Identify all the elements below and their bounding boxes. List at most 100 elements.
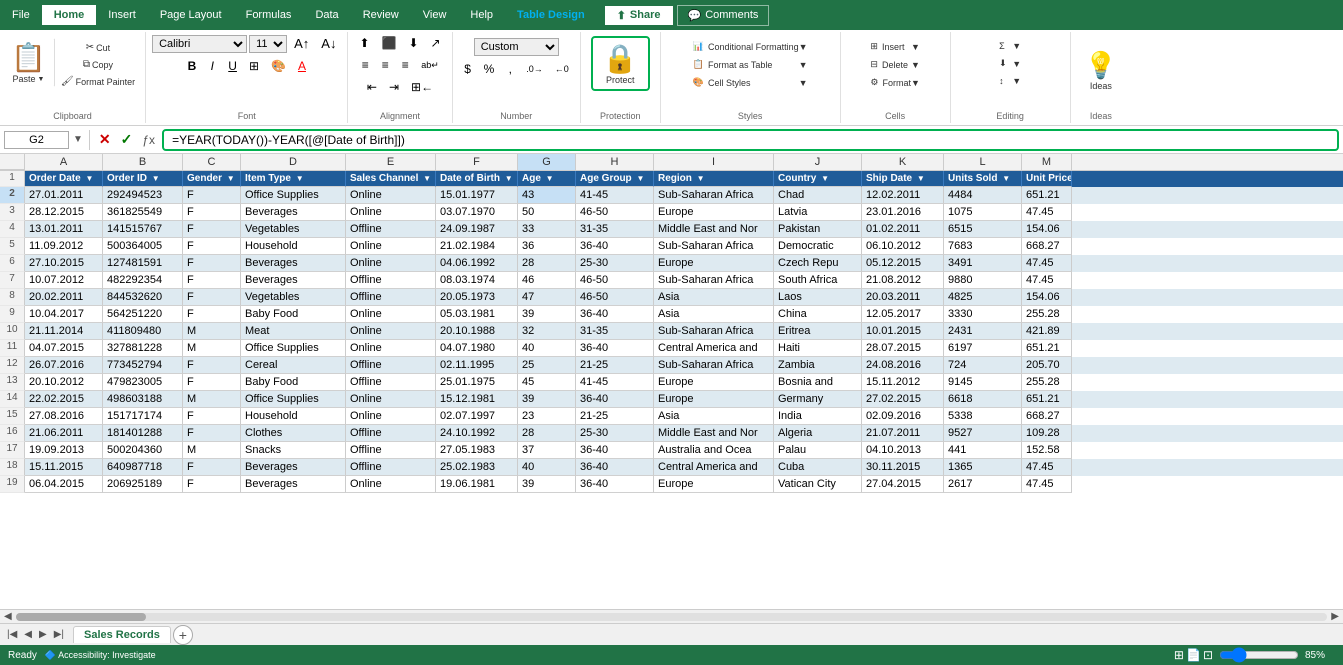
cell[interactable]: 500364005 [103,238,183,255]
cell[interactable]: 47.45 [1022,255,1072,272]
cell[interactable]: 3491 [944,255,1022,272]
decrease-indent-button[interactable]: ⇤ [362,78,382,96]
cell[interactable]: Vatican City [774,476,862,493]
cell[interactable]: 21.02.1984 [436,238,518,255]
cell[interactable]: 21.11.2014 [25,323,103,340]
comments-button[interactable]: 💬 Comments [677,5,770,26]
sheet-nav-last[interactable]: ▶| [51,628,67,641]
font-color-button[interactable]: A [293,57,311,75]
cell[interactable]: Office Supplies [241,187,346,204]
cell[interactable]: Cereal [241,357,346,374]
cell[interactable]: India [774,408,862,425]
cell[interactable]: 361825549 [103,204,183,221]
cell[interactable]: 06.04.2015 [25,476,103,493]
cell-reference-box[interactable] [4,131,69,149]
cell[interactable]: Asia [654,306,774,323]
header-ship-date[interactable]: Ship Date ▼ [862,171,944,187]
percent-button[interactable]: % [479,60,500,78]
align-center-button[interactable]: ≡ [376,56,394,74]
cell[interactable]: Central America and [654,459,774,476]
header-date-of-birth[interactable]: Date of Birth ▼ [436,171,518,187]
cell[interactable]: 5338 [944,408,1022,425]
cell[interactable]: Online [346,187,436,204]
sheet-nav-next[interactable]: ▶ [36,628,50,641]
cell[interactable]: F [183,289,241,306]
cell[interactable]: 05.03.1981 [436,306,518,323]
cell[interactable]: Beverages [241,255,346,272]
cell[interactable]: 01.02.2011 [862,221,944,238]
cell[interactable]: 411809480 [103,323,183,340]
cell[interactable]: 24.08.2016 [862,357,944,374]
cell[interactable]: 21.06.2011 [25,425,103,442]
format-as-table-button[interactable]: 📋 Format as Table ▼ [688,56,813,73]
cell[interactable]: Europe [654,374,774,391]
cell[interactable]: 05.12.2015 [862,255,944,272]
format-button[interactable]: ⚙ Format ▼ [865,74,925,91]
cell[interactable]: 21.07.2011 [862,425,944,442]
zoom-slider[interactable] [1219,647,1299,663]
delete-button[interactable]: ⊟ Delete ▼ [865,56,925,73]
cell[interactable]: 19.09.2013 [25,442,103,459]
cell[interactable]: 33 [518,221,576,238]
cell[interactable]: 21.08.2012 [862,272,944,289]
cell[interactable]: 10.04.2017 [25,306,103,323]
cell[interactable]: 15.01.1977 [436,187,518,204]
cell[interactable]: 25-30 [576,425,654,442]
cell[interactable]: 10.07.2012 [25,272,103,289]
cell[interactable]: 03.07.1970 [436,204,518,221]
fill-color-button[interactable]: 🎨 [266,57,291,75]
cell[interactable]: Algeria [774,425,862,442]
cell[interactable]: Sub-Saharan Africa [654,238,774,255]
cell[interactable]: 31-35 [576,221,654,238]
cell[interactable]: 12.02.2011 [862,187,944,204]
cell[interactable]: 36-40 [576,391,654,408]
cell[interactable]: 651.21 [1022,391,1072,408]
cell[interactable]: 41-45 [576,187,654,204]
cell[interactable]: Europe [654,391,774,408]
italic-button[interactable]: I [203,57,221,75]
cell[interactable]: 43 [518,187,576,204]
cell[interactable]: 36-40 [576,238,654,255]
cell[interactable]: 30.11.2015 [862,459,944,476]
format-painter-button[interactable]: 🖌 Format Painter [57,74,139,89]
cell[interactable]: 154.06 [1022,221,1072,238]
cell[interactable]: 28.12.2015 [25,204,103,221]
sheet-tab-sales-records[interactable]: Sales Records [73,626,171,643]
header-order-id[interactable]: Order ID ▼ [103,171,183,187]
cell[interactable]: 02.09.2016 [862,408,944,425]
cell[interactable]: M [183,323,241,340]
cell[interactable]: Online [346,408,436,425]
cell[interactable]: 15.12.1981 [436,391,518,408]
cell[interactable]: 26.07.2016 [25,357,103,374]
cell[interactable]: 141515767 [103,221,183,238]
cell[interactable]: 154.06 [1022,289,1072,306]
cell[interactable]: 6197 [944,340,1022,357]
col-header-h[interactable]: H [576,154,654,170]
increase-indent-button[interactable]: ⇥ [384,78,404,96]
cell[interactable]: Australia and Ocea [654,442,774,459]
cell[interactable]: 25.02.1983 [436,459,518,476]
cell[interactable]: 23.01.2016 [862,204,944,221]
cell[interactable]: 7683 [944,238,1022,255]
cell[interactable]: 20.10.1988 [436,323,518,340]
cell[interactable]: M [183,442,241,459]
cell[interactable]: Online [346,340,436,357]
horizontal-scrollbar[interactable]: ◀ ▶ [0,609,1343,623]
formulas-tab[interactable]: Formulas [234,5,304,25]
orient-button[interactable]: ↗ [426,34,446,52]
cell[interactable]: 21-25 [576,408,654,425]
cell[interactable]: F [183,357,241,374]
cell[interactable]: 6618 [944,391,1022,408]
cell[interactable]: 46-50 [576,272,654,289]
col-header-g[interactable]: G [518,154,576,170]
cell[interactable]: Europe [654,476,774,493]
cell[interactable]: 668.27 [1022,408,1072,425]
cell[interactable]: 12.05.2017 [862,306,944,323]
cell[interactable]: Chad [774,187,862,204]
cell[interactable]: Europe [654,255,774,272]
font-name-select[interactable]: Calibri [152,35,247,53]
autosum-button[interactable]: Σ ▼ [994,38,1026,54]
cell[interactable]: Offline [346,425,436,442]
cell[interactable]: Czech Repu [774,255,862,272]
cell[interactable]: 181401288 [103,425,183,442]
